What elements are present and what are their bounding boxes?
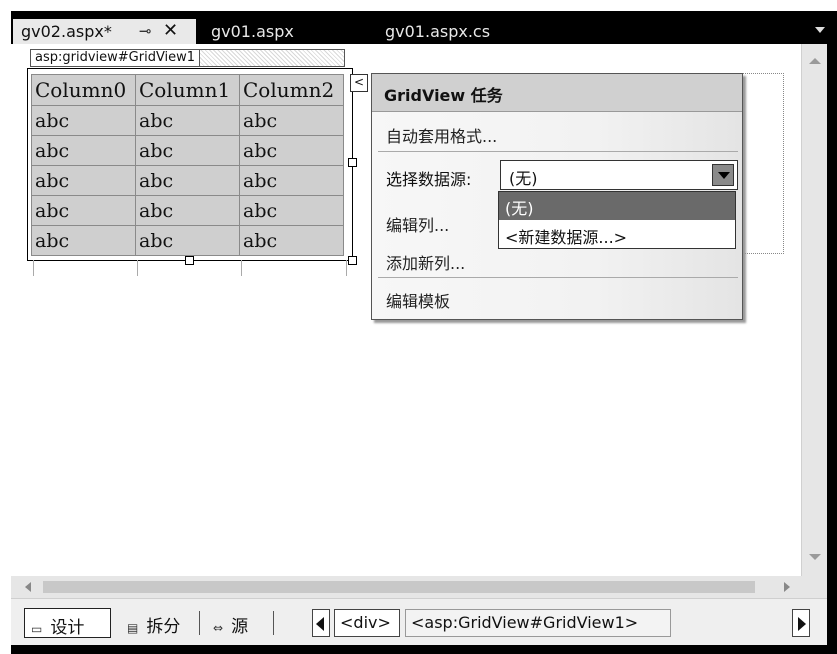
panel-title: GridView 任务 xyxy=(372,74,742,112)
tab-label: gv01.aspx.cs xyxy=(385,22,491,41)
divider xyxy=(273,611,274,635)
data-source-dropdown-list: (无) <新建数据源...> xyxy=(498,191,736,249)
split-label: 拆分 xyxy=(146,617,181,637)
resize-handle-corner[interactable] xyxy=(348,256,357,265)
gridview-tag-label: asp:gridview#GridView1 xyxy=(31,50,201,66)
view-bar: ▭ 设计 ▤ 拆分 ⇔ 源 <div> <asp:GridView#GridView1… xyxy=(11,598,827,645)
choose-data-source-label: 选择数据源: xyxy=(386,170,472,189)
design-view-button[interactable]: ▭ 设计 xyxy=(24,608,111,638)
source-label: 源 xyxy=(231,617,249,637)
resize-handle-right[interactable] xyxy=(348,158,357,167)
document-tab-bar: gv02.aspx* ⊸ ✕ gv01.aspx gv01.aspx.cs xyxy=(11,11,837,44)
pin-icon[interactable]: ⊸ xyxy=(139,22,152,40)
data-source-select[interactable]: (无) xyxy=(500,160,738,190)
gridview-tag: asp:gridview#GridView1 xyxy=(30,49,345,67)
source-icon: ⇔ xyxy=(213,621,224,635)
smart-tag-button[interactable]: < xyxy=(350,74,368,92)
container-outline xyxy=(742,73,784,254)
source-view-button[interactable]: ⇔ 源 xyxy=(207,608,254,638)
divider xyxy=(378,277,738,278)
edit-templates-link[interactable]: 编辑模板 xyxy=(386,288,450,312)
close-icon[interactable]: ✕ xyxy=(163,20,178,41)
horizontal-scrollbar[interactable] xyxy=(11,576,827,598)
vertical-scrollbar[interactable] xyxy=(801,44,827,576)
chevron-down-icon[interactable] xyxy=(712,164,734,186)
column-guide xyxy=(241,260,242,276)
tab-gv01-aspx[interactable]: gv01.aspx xyxy=(203,19,302,44)
divider xyxy=(378,151,738,152)
tab-gv01-aspx-cs[interactable]: gv01.aspx.cs xyxy=(377,19,498,44)
dropdown-option[interactable]: <新建数据源...> xyxy=(499,221,735,248)
scroll-right-icon[interactable] xyxy=(784,582,790,592)
split-icon: ▤ xyxy=(127,621,139,635)
data-source-value: (无) xyxy=(509,169,538,188)
edit-columns-link[interactable]: 编辑列... xyxy=(386,212,449,236)
split-view-button[interactable]: ▤ 拆分 xyxy=(121,608,186,638)
resize-handle-bottom[interactable] xyxy=(185,256,194,265)
scroll-left-icon[interactable] xyxy=(25,582,31,592)
add-column-link[interactable]: 添加新列... xyxy=(386,250,465,274)
design-label: 设计 xyxy=(50,618,85,638)
column-guide xyxy=(137,260,138,276)
scroll-up-icon[interactable] xyxy=(809,58,821,64)
design-icon: ▭ xyxy=(31,622,43,636)
tab-label: gv02.aspx* xyxy=(21,22,112,41)
scroll-thumb[interactable] xyxy=(43,581,755,593)
tab-gv02-aspx[interactable]: gv02.aspx* ⊸ ✕ xyxy=(13,19,196,44)
breadcrumb-prev-icon[interactable] xyxy=(312,609,330,637)
tab-label: gv01.aspx xyxy=(211,22,294,41)
breadcrumb-gridview[interactable]: <asp:GridView#GridView1> xyxy=(405,609,671,637)
auto-format-link[interactable]: 自动套用格式... xyxy=(386,123,497,147)
breadcrumb-div[interactable]: <div> xyxy=(334,609,400,637)
divider xyxy=(199,611,200,635)
column-guide xyxy=(33,260,34,276)
column-guide xyxy=(346,260,347,276)
tab-list-dropdown-icon[interactable] xyxy=(815,27,825,33)
scroll-down-icon[interactable] xyxy=(809,554,821,560)
breadcrumb-next-icon[interactable] xyxy=(792,609,810,637)
gridview-selection-border xyxy=(27,68,353,261)
dropdown-option[interactable]: (无) xyxy=(499,192,735,220)
